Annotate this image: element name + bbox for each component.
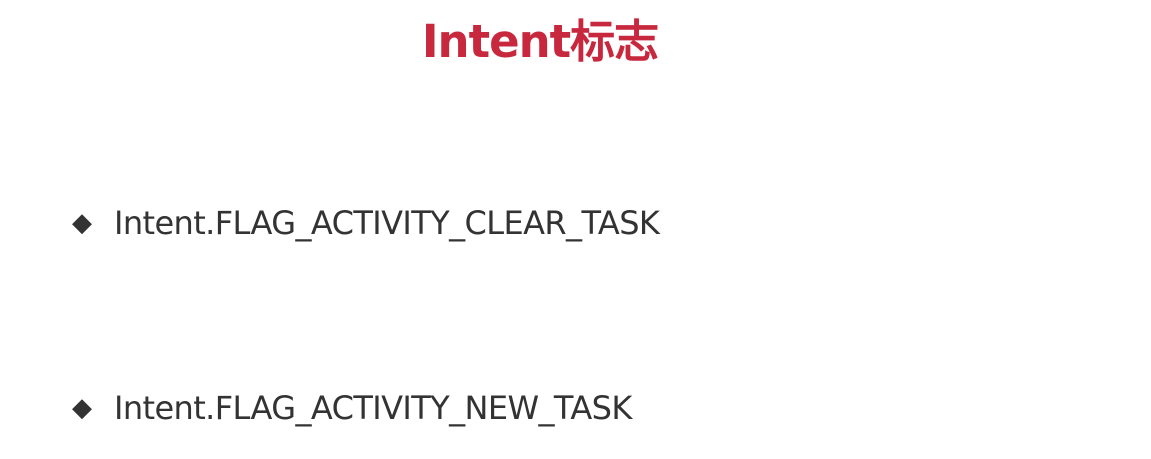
bullet-item-clear-task: ◆ Intent.FLAG_ACTIVITY_CLEAR_TASK	[72, 200, 660, 246]
bullet-item-new-task: ◆ Intent.FLAG_ACTIVITY_NEW_TASK	[72, 385, 632, 431]
diamond-bullet-icon: ◆	[72, 208, 92, 238]
diamond-bullet-icon: ◆	[72, 393, 92, 423]
bullet-text: Intent.FLAG_ACTIVITY_NEW_TASK	[114, 389, 632, 427]
slide-title: Intent标志	[421, 15, 659, 68]
bullet-text: Intent.FLAG_ACTIVITY_CLEAR_TASK	[114, 204, 660, 242]
slide: Intent标志 ◆ Intent.FLAG_ACTIVITY_CLEAR_TA…	[0, 0, 1151, 459]
